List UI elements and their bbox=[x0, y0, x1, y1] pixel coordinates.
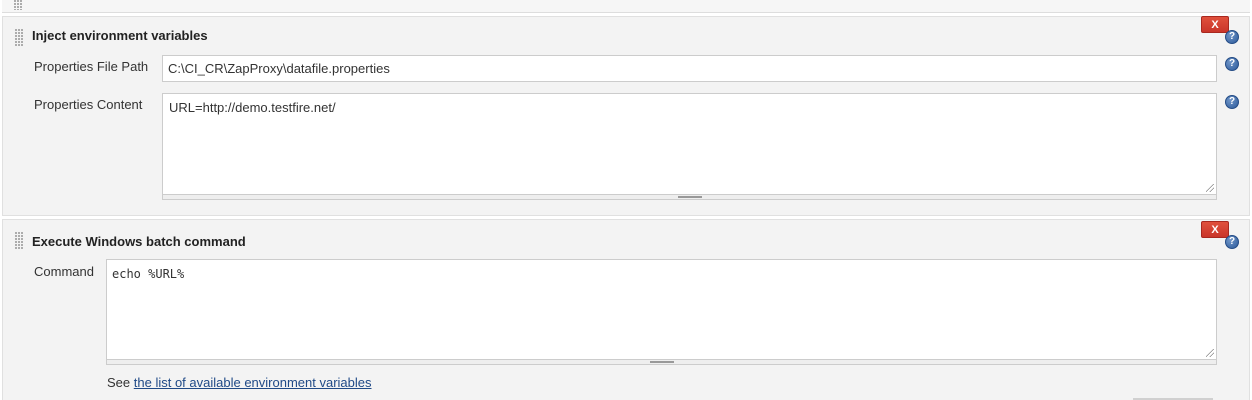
help-icon[interactable]: ? bbox=[1225, 57, 1239, 71]
drag-handle-icon[interactable] bbox=[15, 232, 23, 250]
batch-command-delete-button[interactable]: X bbox=[1201, 221, 1229, 238]
command-resize-bar[interactable] bbox=[106, 360, 1217, 365]
resize-handle-icon[interactable] bbox=[677, 196, 702, 198]
properties-content-label: Properties Content bbox=[34, 97, 143, 112]
see-prefix: See bbox=[107, 375, 131, 390]
env-vars-link[interactable]: the list of available environment variab… bbox=[134, 375, 372, 390]
resize-handle-icon[interactable] bbox=[1206, 184, 1214, 192]
properties-content-resize-bar[interactable] bbox=[162, 195, 1217, 200]
resize-handle-icon[interactable] bbox=[1206, 349, 1214, 357]
drag-handle-icon[interactable] bbox=[15, 29, 23, 47]
help-icon[interactable]: ? bbox=[1225, 30, 1239, 44]
help-icon[interactable]: ? bbox=[1225, 235, 1239, 249]
help-icon[interactable]: ? bbox=[1225, 95, 1239, 109]
inject-env-delete-button[interactable]: X bbox=[1201, 16, 1229, 33]
drag-handle-icon[interactable] bbox=[14, 0, 22, 10]
command-label: Command bbox=[34, 264, 94, 279]
inject-env-step: Inject environment variables X ? Propert… bbox=[2, 16, 1250, 216]
resize-handle-icon[interactable] bbox=[649, 361, 674, 363]
batch-command-title: Execute Windows batch command bbox=[32, 234, 246, 249]
properties-file-path-input[interactable] bbox=[162, 55, 1217, 82]
command-textarea[interactable] bbox=[106, 259, 1217, 360]
build-steps-page: Inject environment variables X ? Propert… bbox=[0, 0, 1252, 400]
properties-file-path-label: Properties File Path bbox=[34, 59, 149, 74]
properties-content-textarea[interactable] bbox=[162, 93, 1217, 195]
batch-command-step: Execute Windows batch command X ? Comman… bbox=[2, 219, 1250, 400]
env-vars-hint: See the list of available environment va… bbox=[107, 375, 372, 390]
previous-build-step-edge bbox=[2, 0, 1250, 13]
inject-env-title: Inject environment variables bbox=[32, 28, 208, 43]
